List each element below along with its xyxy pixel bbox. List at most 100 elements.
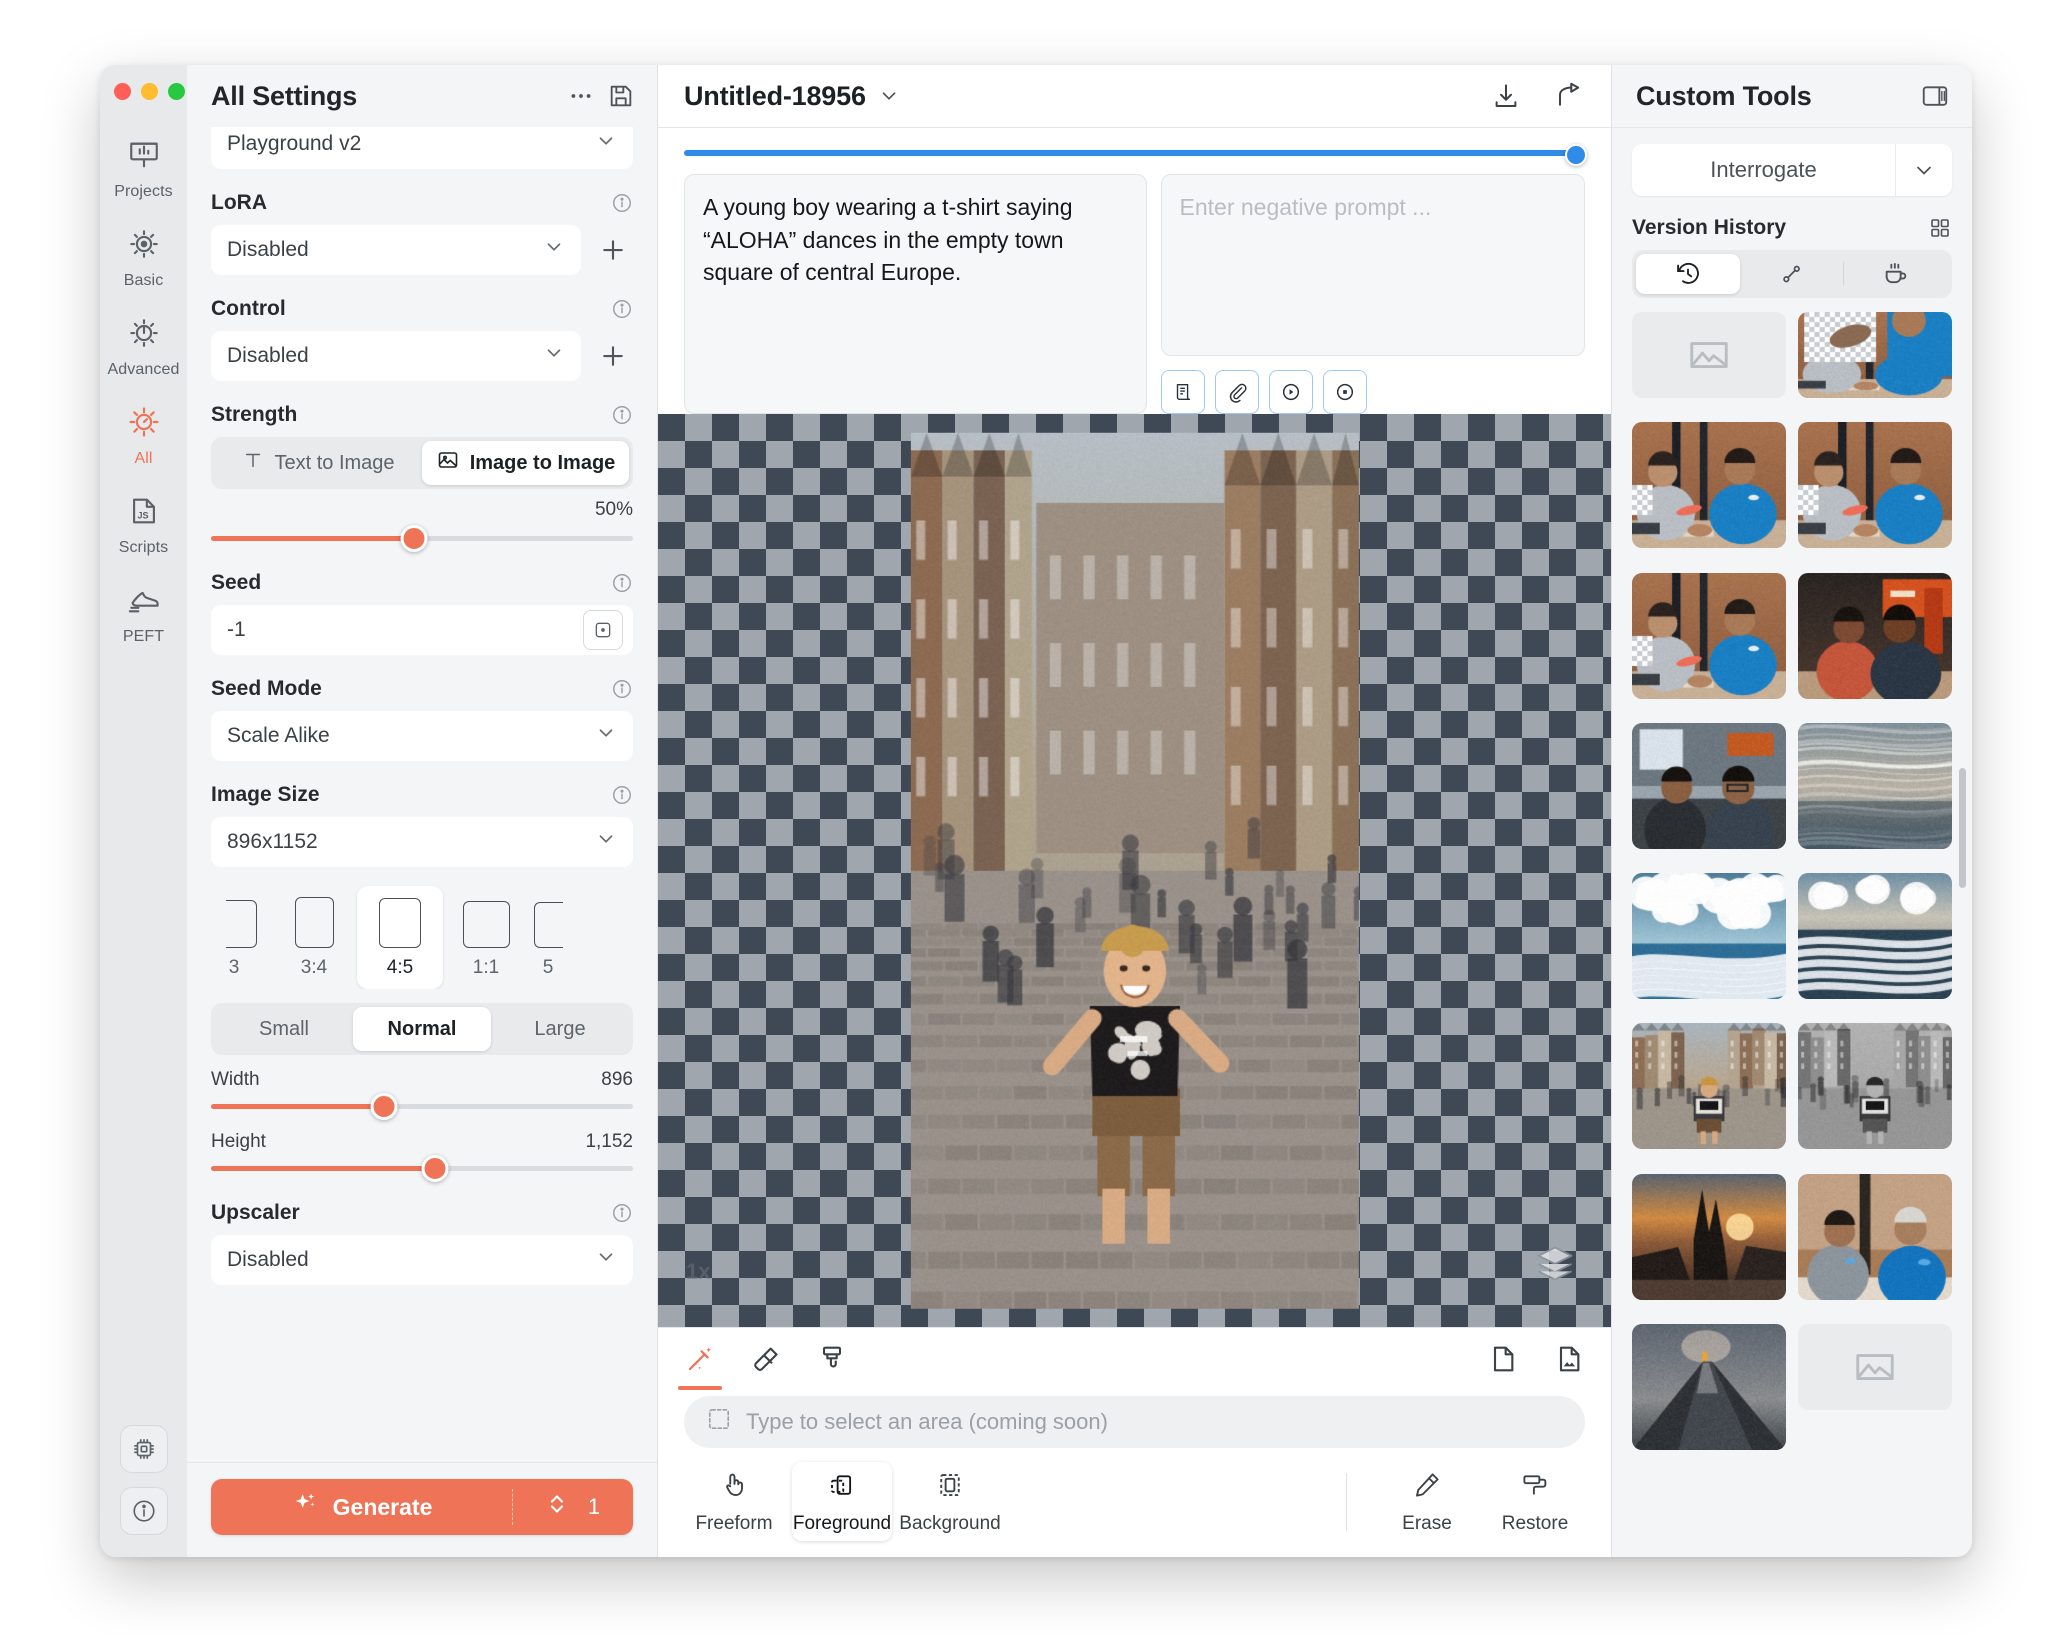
download-icon[interactable] — [1491, 81, 1521, 111]
aspect-ratio-option[interactable]: 3 — [197, 888, 271, 989]
version-thumbnail[interactable] — [1632, 723, 1786, 849]
aspect-ratio-option[interactable]: 1:1 — [443, 889, 529, 989]
tab-text-to-image[interactable]: Text to Image — [215, 441, 422, 485]
seed-input[interactable]: -1 — [211, 605, 633, 655]
stepper-arrows-icon[interactable] — [546, 1489, 568, 1525]
size-preset-large[interactable]: Large — [491, 1007, 629, 1051]
sidebar-item-advanced[interactable]: Advanced — [100, 303, 187, 392]
info-icon[interactable] — [611, 404, 633, 426]
canvas-image[interactable] — [910, 432, 1358, 1308]
generate-main[interactable]: Generate — [211, 1490, 512, 1524]
version-thumbnail[interactable] — [1798, 312, 1952, 398]
magic-wand-icon[interactable] — [684, 1328, 716, 1390]
lora-select[interactable]: Disabled — [211, 225, 581, 275]
strength-slider[interactable] — [211, 527, 633, 549]
grid-view-icon[interactable] — [1928, 216, 1952, 240]
eraser-icon[interactable] — [750, 1328, 782, 1390]
paperclip-icon[interactable] — [1215, 370, 1259, 414]
info-circle-icon[interactable] — [120, 1487, 168, 1535]
tab-history[interactable] — [1636, 254, 1740, 294]
version-thumbnail[interactable] — [1632, 1023, 1786, 1149]
panel-layout-icon[interactable] — [1920, 81, 1950, 111]
generate-count-stepper[interactable]: 1 — [512, 1489, 633, 1525]
size-preset-small[interactable]: Small — [215, 1007, 353, 1051]
height-slider[interactable] — [211, 1157, 633, 1179]
sidebar-item-projects[interactable]: Projects — [100, 125, 187, 214]
version-history-scrollbar[interactable] — [1959, 768, 1966, 888]
dice-icon[interactable] — [583, 610, 623, 650]
add-control-button[interactable] — [593, 336, 633, 376]
cpu-chip-icon[interactable] — [120, 1425, 168, 1473]
tab-image-to-image[interactable]: Image to Image — [422, 441, 629, 485]
info-icon[interactable] — [611, 572, 633, 594]
settings-scroll-area[interactable]: Playground v2 LoRA Disabled Control Disa… — [187, 127, 657, 1462]
chevron-down-icon[interactable] — [878, 85, 900, 107]
play-circle-icon[interactable] — [1269, 370, 1313, 414]
sidebar-item-basic[interactable]: Basic — [100, 214, 187, 303]
version-thumbnail[interactable] — [1798, 573, 1952, 699]
version-thumbnail[interactable] — [1632, 873, 1786, 999]
generate-button[interactable]: Generate 1 — [211, 1479, 633, 1535]
slider-knob[interactable] — [400, 525, 427, 552]
info-icon[interactable] — [611, 784, 633, 806]
thumbnail-placeholder[interactable] — [1632, 312, 1786, 398]
image-canvas[interactable]: 1x — [658, 414, 1611, 1327]
thumbnail-placeholder[interactable] — [1798, 1324, 1952, 1410]
seed-mode-select[interactable]: Scale Alike — [211, 711, 633, 761]
aspect-ratio-option-selected[interactable]: 4:5 — [357, 886, 443, 989]
info-icon[interactable] — [611, 1202, 633, 1224]
chevron-down-icon[interactable] — [1896, 158, 1952, 182]
aspect-ratio-option[interactable]: 3:4 — [271, 885, 357, 989]
slider-knob[interactable] — [1565, 144, 1587, 166]
version-thumbnail[interactable] — [1798, 1174, 1952, 1300]
tab-coffee[interactable] — [1844, 254, 1948, 294]
area-select-input[interactable]: Type to select an area (coming soon) — [684, 1396, 1585, 1448]
share-icon[interactable] — [1555, 81, 1585, 111]
image-size-select[interactable]: 896x1152 — [211, 817, 633, 867]
tool-foreground[interactable]: Foreground — [792, 1462, 892, 1541]
version-thumbnail[interactable] — [1798, 873, 1952, 999]
maximize-window-button[interactable] — [168, 83, 185, 100]
tool-background[interactable]: Background — [900, 1462, 1000, 1541]
file-icon[interactable] — [1487, 1343, 1519, 1375]
minimize-window-button[interactable] — [141, 83, 158, 100]
sidebar-item-scripts[interactable]: JS Scripts — [100, 481, 187, 570]
model-select[interactable]: Playground v2 — [211, 127, 633, 169]
close-window-button[interactable] — [114, 83, 131, 100]
info-icon[interactable] — [611, 192, 633, 214]
stop-circle-icon[interactable] — [1323, 370, 1367, 414]
prompt-input[interactable]: A young boy wearing a t-shirt saying “AL… — [684, 174, 1147, 414]
negative-prompt-input[interactable]: Enter negative prompt ... — [1161, 174, 1586, 356]
tool-freeform[interactable]: Freeform — [684, 1462, 784, 1541]
sidebar-item-all[interactable]: All — [100, 392, 187, 481]
interrogate-select[interactable]: Interrogate — [1632, 144, 1952, 196]
version-thumbnail[interactable] — [1798, 723, 1952, 849]
version-thumbnail[interactable] — [1798, 1023, 1952, 1149]
paint-brush-icon[interactable] — [816, 1328, 848, 1390]
add-lora-button[interactable] — [593, 230, 633, 270]
info-icon[interactable] — [611, 298, 633, 320]
version-thumbnail[interactable] — [1632, 1174, 1786, 1300]
more-options-icon[interactable] — [567, 82, 595, 110]
progress-slider[interactable] — [684, 128, 1585, 174]
size-preset-normal[interactable]: Normal — [353, 1007, 491, 1051]
aspect-ratio-option[interactable]: 5 — [529, 890, 589, 989]
version-thumbnail[interactable] — [1798, 422, 1952, 548]
control-select[interactable]: Disabled — [211, 331, 581, 381]
script-icon[interactable] — [1161, 370, 1205, 414]
tab-node-graph[interactable] — [1740, 254, 1844, 294]
version-thumbnail[interactable] — [1632, 1324, 1786, 1450]
version-history-grid[interactable] — [1632, 312, 1952, 1462]
tool-restore[interactable]: Restore — [1485, 1462, 1585, 1541]
info-icon[interactable] — [611, 678, 633, 700]
tool-erase[interactable]: Erase — [1377, 1462, 1477, 1541]
version-thumbnail[interactable] — [1632, 422, 1786, 548]
version-thumbnail[interactable] — [1632, 573, 1786, 699]
save-icon[interactable] — [607, 82, 635, 110]
file-image-icon[interactable] — [1553, 1343, 1585, 1375]
slider-knob[interactable] — [421, 1155, 448, 1182]
width-slider[interactable] — [211, 1095, 633, 1117]
upscaler-select[interactable]: Disabled — [211, 1235, 633, 1285]
sidebar-item-peft[interactable]: PEFT — [100, 570, 187, 659]
layers-icon[interactable] — [1533, 1242, 1577, 1291]
